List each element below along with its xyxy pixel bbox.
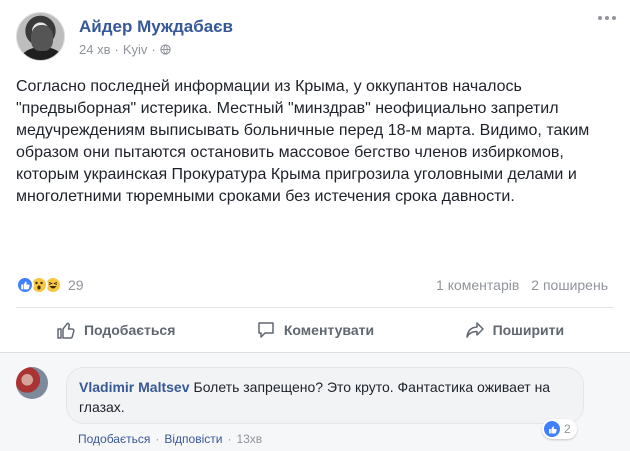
share-button[interactable]: Поширити xyxy=(415,308,614,352)
author-avatar[interactable] xyxy=(16,12,65,61)
comment-reply-link[interactable]: Відповісти xyxy=(164,432,222,446)
reactions-summary[interactable]: 29 xyxy=(16,276,84,294)
comment-actions: Подобається · Відповісти · 13хв xyxy=(78,432,263,446)
facebook-post-card: Айдер Муждабаєв 24 хв · Kyiv · Согласно … xyxy=(0,0,630,451)
post-location[interactable]: Kyiv xyxy=(123,42,148,57)
comment-like-link[interactable]: Подобається xyxy=(78,432,150,446)
like-icon xyxy=(544,421,560,437)
thumbs-up-icon xyxy=(57,322,75,339)
comment-time[interactable]: 13хв xyxy=(236,432,262,446)
comment-icon xyxy=(258,322,274,338)
post-text: Согласно последней информации из Крыма, … xyxy=(16,78,590,205)
post-meta: 24 хв · Kyiv · xyxy=(79,42,171,57)
like-icon xyxy=(16,276,34,294)
engagement-counts: 1 коментарів 2 поширень xyxy=(436,277,608,293)
globe-icon[interactable] xyxy=(160,44,171,55)
comment-reactions[interactable]: 2 xyxy=(542,419,577,439)
share-icon xyxy=(465,322,484,338)
comment-bubble: Vladimir Maltsev Болеть запрещено? Это кр… xyxy=(66,367,584,424)
reaction-count: 29 xyxy=(68,277,84,293)
like-label: Подобається xyxy=(83,322,176,338)
comment-reaction-count: 2 xyxy=(564,422,571,436)
share-label: Поширити xyxy=(492,322,565,338)
author-name[interactable]: Айдер Муждабаєв xyxy=(79,17,233,37)
like-button[interactable]: Подобається xyxy=(16,308,215,352)
comment-label: Коментувати xyxy=(283,322,375,338)
comment-button[interactable]: Коментувати xyxy=(215,308,414,352)
commenter-avatar[interactable] xyxy=(16,367,48,399)
post-time[interactable]: 24 хв xyxy=(79,42,110,57)
more-options-icon[interactable] xyxy=(598,16,616,22)
comments-count[interactable]: 1 коментарів xyxy=(436,277,519,293)
shares-count[interactable]: 2 поширень xyxy=(531,277,608,293)
commenter-name[interactable]: Vladimir Maltsev xyxy=(79,379,190,395)
post-actions: Подобається Коментувати Поширити xyxy=(16,308,614,352)
